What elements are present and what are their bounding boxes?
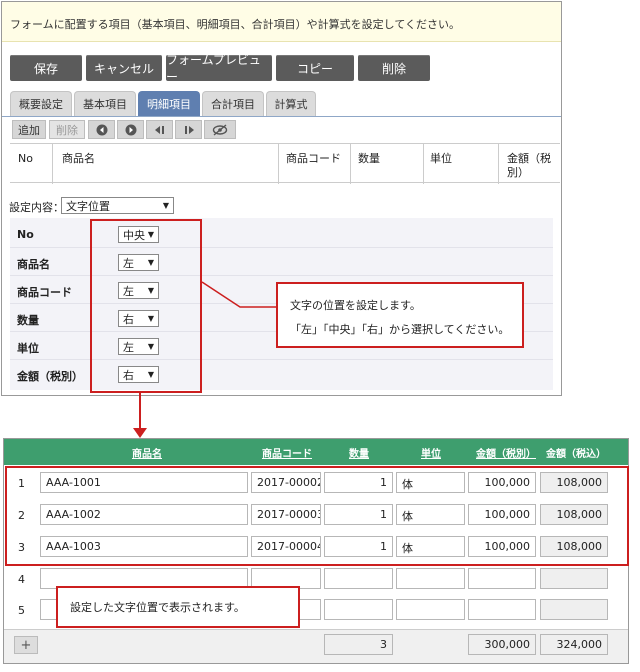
cell-amount-incl xyxy=(540,568,608,589)
grid-header-code: 商品コード xyxy=(262,449,312,460)
cell-unit[interactable] xyxy=(396,568,465,589)
cell-amount-excl[interactable] xyxy=(468,599,536,620)
callout-alignment-setting: 文字の位置を設定します。 「左」「中央」「右」から選択してください。 xyxy=(276,282,524,348)
callout-display-result: 設定した文字位置で表示されます。 xyxy=(56,586,300,628)
grid-header-incl: 金額（税込） xyxy=(546,449,606,460)
total-amount-incl: 324,000 xyxy=(540,634,608,655)
add-row-button[interactable]: + xyxy=(14,636,38,654)
grid-header-qty: 数量 xyxy=(349,449,369,460)
grid-header-name: 商品名 xyxy=(132,449,162,460)
callout-line-2: 「左」「中央」「右」から選択してください。 xyxy=(290,323,510,336)
highlight-box-rows xyxy=(5,466,629,566)
cell-qty[interactable] xyxy=(324,568,393,589)
cell-unit[interactable] xyxy=(396,599,465,620)
total-qty: 3 xyxy=(324,634,393,655)
cell-qty[interactable] xyxy=(324,599,393,620)
grid-header: 商品名 商品コード 数量 単位 金額（税別） 金額（税込） xyxy=(4,439,628,465)
cell-amount-incl xyxy=(540,599,608,620)
callout-line-1: 文字の位置を設定します。 xyxy=(290,299,421,312)
grid-header-unit: 単位 xyxy=(421,449,441,460)
cell-amount-excl[interactable] xyxy=(468,568,536,589)
total-amount-excl: 300,000 xyxy=(468,634,536,655)
grid-header-excl: 金額（税別） xyxy=(476,449,536,460)
